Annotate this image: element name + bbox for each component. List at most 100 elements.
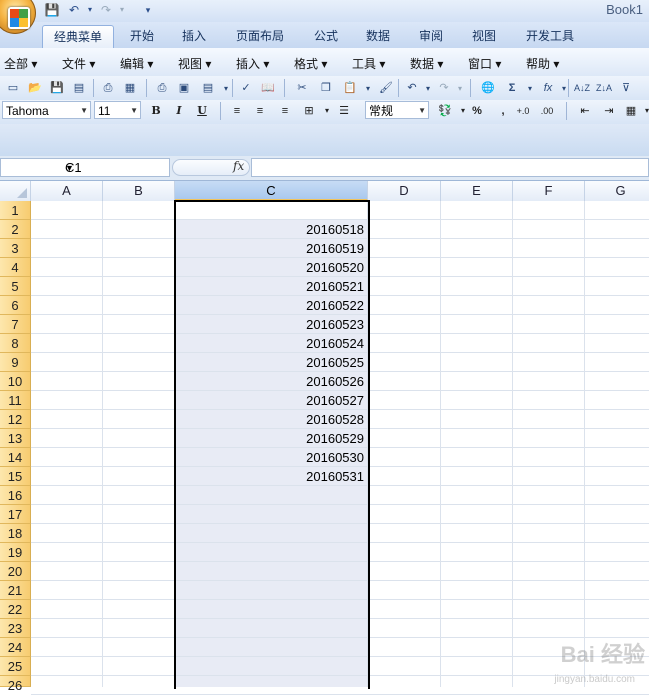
number-format-combo[interactable]: 常规 ▼ <box>365 101 429 119</box>
cell-c8[interactable]: 20160524 <box>176 334 366 353</box>
cell-c11[interactable]: 20160527 <box>176 391 366 410</box>
row-header[interactable]: 24 <box>0 638 31 657</box>
tab-view[interactable]: 视图 <box>464 25 504 47</box>
menu-file[interactable]: 文件 ▾ <box>62 55 95 72</box>
merge-dropdown-icon[interactable]: ▾ <box>318 102 336 120</box>
autosum-dropdown-icon[interactable]: ▾ <box>520 79 540 98</box>
row-header[interactable]: 6 <box>0 296 31 315</box>
print-preview-2-icon[interactable]: ▣ <box>174 79 194 98</box>
tab-classic-menu[interactable]: 经典菜单 <box>42 25 114 49</box>
select-all-button[interactable] <box>0 181 31 201</box>
tab-page-layout[interactable]: 页面布局 <box>228 25 292 47</box>
row-header[interactable]: 8 <box>0 334 31 353</box>
menu-all[interactable]: 全部 ▾ <box>4 55 37 72</box>
row-header[interactable]: 7 <box>0 315 31 334</box>
menu-help[interactable]: 帮助 ▾ <box>526 55 559 72</box>
decrease-decimal-icon[interactable]: .00 <box>538 102 556 120</box>
row-header[interactable]: 2 <box>0 220 31 239</box>
row-header[interactable]: 22 <box>0 600 31 619</box>
undo-dropdown-icon[interactable]: ▾ <box>82 2 98 18</box>
percent-style-button[interactable]: % <box>468 102 486 120</box>
menu-format[interactable]: 格式 ▾ <box>294 55 327 72</box>
cell-c2[interactable]: 20160518 <box>176 220 366 239</box>
paste-icon[interactable]: 📋 <box>340 79 360 98</box>
formula-input[interactable] <box>251 158 649 177</box>
sort-ascending-icon[interactable]: A↓Z <box>572 79 592 98</box>
column-header-f[interactable]: F <box>513 181 585 201</box>
menu-data[interactable]: 数据 ▾ <box>410 55 443 72</box>
tab-developer[interactable]: 开发工具 <box>518 25 582 47</box>
save-icon[interactable]: 💾 <box>44 2 60 18</box>
chevron-down-icon[interactable]: ▼ <box>65 159 164 177</box>
font-size-combo[interactable]: 11 ▼ <box>94 101 141 119</box>
row-header[interactable]: 21 <box>0 581 31 600</box>
chevron-down-icon[interactable]: ▼ <box>80 102 88 120</box>
menu-tools[interactable]: 工具 ▾ <box>352 55 385 72</box>
column-header-a[interactable]: A <box>31 181 103 201</box>
cell-c13[interactable]: 20160529 <box>176 429 366 448</box>
redo-icon[interactable]: ↷ <box>98 2 114 18</box>
undo-icon[interactable]: ↶ <box>66 2 82 18</box>
menu-insert[interactable]: 插入 ▾ <box>236 55 269 72</box>
row-header[interactable]: 23 <box>0 619 31 638</box>
column-header-d[interactable]: D <box>368 181 441 201</box>
merge-center-icon[interactable]: ⊞ <box>300 102 318 120</box>
row-header[interactable]: 12 <box>0 410 31 429</box>
cell-c5[interactable]: 20160521 <box>176 277 366 296</box>
tab-data[interactable]: 数据 <box>358 25 398 47</box>
row-header[interactable]: 4 <box>0 258 31 277</box>
align-right-icon[interactable]: ≡ <box>276 102 294 120</box>
decrease-indent-icon[interactable]: ⇤ <box>576 102 594 120</box>
cell-c3[interactable]: 20160519 <box>176 239 366 258</box>
menu-view[interactable]: 视图 ▾ <box>178 55 211 72</box>
redo-dropdown-icon[interactable]: ▾ <box>114 2 130 18</box>
cell-c14[interactable]: 20160530 <box>176 448 366 467</box>
row-header[interactable]: 5 <box>0 277 31 296</box>
chevron-down-icon[interactable]: ▼ <box>418 102 426 120</box>
row-header[interactable]: 14 <box>0 448 31 467</box>
format-painter-icon[interactable]: 🖌 <box>376 79 396 98</box>
cell-c10[interactable]: 20160526 <box>176 372 366 391</box>
row-header[interactable]: 13 <box>0 429 31 448</box>
cell-c4[interactable]: 20160520 <box>176 258 366 277</box>
insert-function-dropdown-icon[interactable]: ▾ <box>554 79 574 98</box>
row-header[interactable]: 15 <box>0 467 31 486</box>
column-header-e[interactable]: E <box>441 181 513 201</box>
copy-icon[interactable]: ❐ <box>316 79 336 98</box>
bold-button[interactable]: B <box>147 102 165 120</box>
column-header-g[interactable]: G <box>585 181 649 201</box>
wrap-text-icon[interactable]: ☰ <box>335 102 353 120</box>
page-setup-icon[interactable]: ▤ <box>198 79 218 98</box>
tab-insert[interactable]: 插入 <box>174 25 214 47</box>
align-left-icon[interactable]: ≡ <box>228 102 246 120</box>
tab-review[interactable]: 审阅 <box>411 25 451 47</box>
tab-home[interactable]: 开始 <box>122 25 162 47</box>
permission-icon[interactable]: ▤ <box>69 79 89 98</box>
chevron-down-icon[interactable]: ▼ <box>130 102 138 120</box>
row-header[interactable]: 3 <box>0 239 31 258</box>
row-header[interactable]: 11 <box>0 391 31 410</box>
sort-descending-icon[interactable]: Z↓A <box>594 79 614 98</box>
paste-dropdown-icon[interactable]: ▾ <box>358 79 378 98</box>
cell-c12[interactable]: 20160528 <box>176 410 366 429</box>
row-header[interactable]: 16 <box>0 486 31 505</box>
print-icon[interactable]: ⎙ <box>152 79 172 98</box>
menu-window[interactable]: 窗口 ▾ <box>468 55 501 72</box>
customize-quick-access-icon[interactable]: ▾ <box>140 2 156 18</box>
cell-c1[interactable] <box>176 201 366 220</box>
underline-button[interactable]: U <box>193 102 211 120</box>
row-header[interactable]: 25 <box>0 657 31 676</box>
new-document-icon[interactable]: ▭ <box>3 79 23 98</box>
hyperlink-icon[interactable]: 🌐 <box>478 79 498 98</box>
insert-function-button[interactable]: fx <box>233 159 244 173</box>
filter-icon[interactable]: ⊽ <box>616 79 636 98</box>
cell-c7[interactable]: 20160523 <box>176 315 366 334</box>
open-folder-icon[interactable]: 📂 <box>25 79 45 98</box>
tab-formulas[interactable]: 公式 <box>306 25 346 47</box>
research-book-icon[interactable]: 📖 <box>258 79 278 98</box>
currency-format-icon[interactable]: 💱 <box>436 102 454 120</box>
comma-style-button[interactable]: , <box>494 102 512 120</box>
cell-c15[interactable]: 20160531 <box>176 467 366 486</box>
save-icon[interactable]: 💾 <box>47 79 67 98</box>
italic-button[interactable]: I <box>170 102 188 120</box>
